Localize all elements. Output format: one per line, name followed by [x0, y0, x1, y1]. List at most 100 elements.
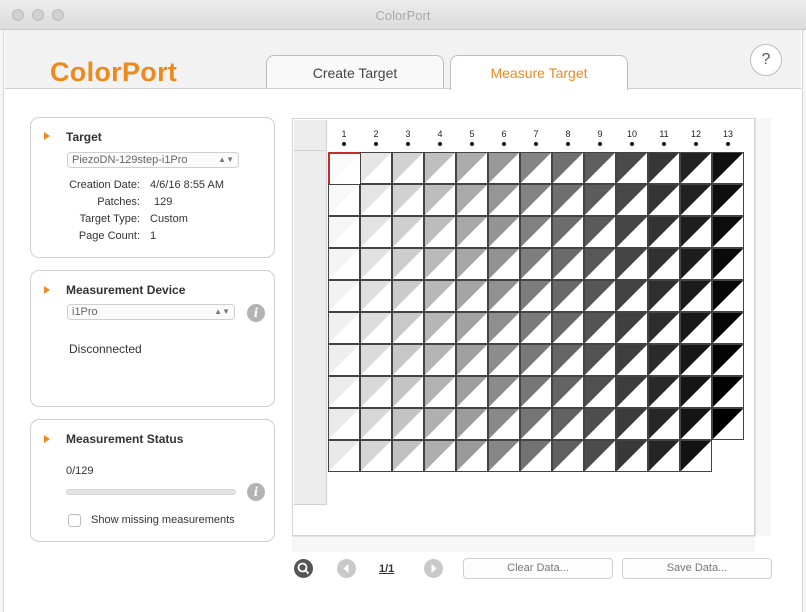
target-patch[interactable] — [584, 280, 616, 312]
target-patch[interactable] — [648, 440, 680, 472]
target-patch[interactable] — [392, 280, 424, 312]
target-patch[interactable] — [488, 440, 520, 472]
target-patch[interactable] — [648, 312, 680, 344]
target-patch[interactable] — [520, 184, 552, 216]
target-patch[interactable] — [552, 184, 584, 216]
target-patch[interactable] — [520, 408, 552, 440]
target-patch[interactable] — [392, 216, 424, 248]
status-info-icon[interactable]: i — [247, 483, 265, 501]
target-patch[interactable] — [328, 440, 360, 472]
tab-measure-target[interactable]: Measure Target — [450, 55, 628, 90]
target-patch[interactable] — [680, 184, 712, 216]
help-button[interactable]: ? — [750, 44, 782, 76]
target-patch[interactable] — [360, 408, 392, 440]
target-patch[interactable] — [648, 376, 680, 408]
target-patch[interactable] — [488, 376, 520, 408]
target-patch[interactable] — [456, 216, 488, 248]
chevron-right-icon[interactable] — [424, 559, 443, 578]
target-patch[interactable] — [360, 344, 392, 376]
target-patch[interactable] — [616, 216, 648, 248]
target-patch[interactable] — [328, 344, 360, 376]
target-patch[interactable] — [648, 216, 680, 248]
target-patch[interactable] — [392, 344, 424, 376]
target-patch[interactable] — [520, 216, 552, 248]
save-data-button[interactable]: Save Data... — [622, 558, 772, 579]
target-patch[interactable] — [392, 440, 424, 472]
show-missing-checkbox[interactable] — [68, 514, 81, 527]
target-patch[interactable] — [328, 376, 360, 408]
target-patch[interactable] — [520, 344, 552, 376]
target-patch[interactable] — [552, 248, 584, 280]
target-patch[interactable] — [584, 184, 616, 216]
target-patch[interactable] — [712, 376, 744, 408]
target-patch[interactable] — [584, 408, 616, 440]
target-patch[interactable] — [616, 152, 648, 184]
target-patch[interactable] — [424, 184, 456, 216]
target-patch[interactable] — [680, 344, 712, 376]
target-patch[interactable] — [392, 184, 424, 216]
target-patch[interactable] — [616, 440, 648, 472]
target-patch[interactable] — [520, 312, 552, 344]
target-patch[interactable] — [424, 440, 456, 472]
target-patch[interactable] — [488, 408, 520, 440]
target-patch[interactable] — [680, 408, 712, 440]
target-patch[interactable] — [616, 248, 648, 280]
target-patch[interactable] — [424, 344, 456, 376]
tab-create-target[interactable]: Create Target — [266, 55, 444, 89]
target-patch[interactable] — [328, 248, 360, 280]
target-patch[interactable] — [616, 408, 648, 440]
disclosure-triangle-icon[interactable] — [44, 132, 50, 140]
target-patch[interactable] — [392, 152, 424, 184]
vertical-scrollbar[interactable] — [755, 118, 771, 536]
target-patch[interactable] — [424, 280, 456, 312]
target-patch[interactable] — [616, 376, 648, 408]
target-patch[interactable] — [680, 312, 712, 344]
target-patch[interactable] — [552, 280, 584, 312]
target-patch[interactable] — [616, 312, 648, 344]
clear-data-button[interactable]: Clear Data... — [463, 558, 613, 579]
page-indicator[interactable]: 1/1 — [379, 563, 394, 575]
target-patch[interactable] — [392, 376, 424, 408]
target-patch[interactable] — [648, 152, 680, 184]
target-patch[interactable] — [552, 408, 584, 440]
target-patch[interactable] — [360, 312, 392, 344]
target-patch[interactable] — [680, 216, 712, 248]
target-patch[interactable] — [488, 216, 520, 248]
target-patch[interactable] — [584, 216, 616, 248]
target-patch[interactable] — [712, 344, 744, 376]
target-patch[interactable] — [712, 248, 744, 280]
target-patch[interactable] — [456, 280, 488, 312]
target-patch[interactable] — [616, 280, 648, 312]
target-patch[interactable] — [392, 408, 424, 440]
target-patch[interactable] — [648, 280, 680, 312]
target-patch[interactable] — [584, 312, 616, 344]
target-patch[interactable] — [648, 184, 680, 216]
target-patch[interactable] — [680, 440, 712, 472]
target-patch[interactable] — [456, 344, 488, 376]
target-patch[interactable] — [712, 152, 744, 184]
target-patch[interactable] — [520, 152, 552, 184]
target-patch[interactable] — [552, 344, 584, 376]
target-patch[interactable] — [456, 152, 488, 184]
target-patch[interactable] — [712, 312, 744, 344]
target-patch[interactable] — [712, 280, 744, 312]
disclosure-triangle-icon[interactable] — [44, 435, 50, 443]
target-patch[interactable] — [648, 248, 680, 280]
target-patch[interactable] — [552, 152, 584, 184]
target-patch[interactable] — [328, 408, 360, 440]
target-patch[interactable] — [584, 440, 616, 472]
disclosure-triangle-icon[interactable] — [44, 286, 50, 294]
target-patch[interactable] — [328, 184, 360, 216]
chevron-left-icon[interactable] — [337, 559, 356, 578]
target-patch[interactable] — [488, 248, 520, 280]
target-patch[interactable] — [456, 408, 488, 440]
target-patch[interactable] — [456, 440, 488, 472]
target-patch[interactable] — [456, 184, 488, 216]
target-patch[interactable] — [648, 344, 680, 376]
target-patch[interactable] — [328, 216, 360, 248]
target-patch[interactable] — [392, 248, 424, 280]
target-patch[interactable] — [552, 376, 584, 408]
target-patch[interactable] — [712, 408, 744, 440]
magnifier-icon[interactable] — [294, 559, 313, 578]
horizontal-scrollbar[interactable] — [292, 536, 755, 552]
